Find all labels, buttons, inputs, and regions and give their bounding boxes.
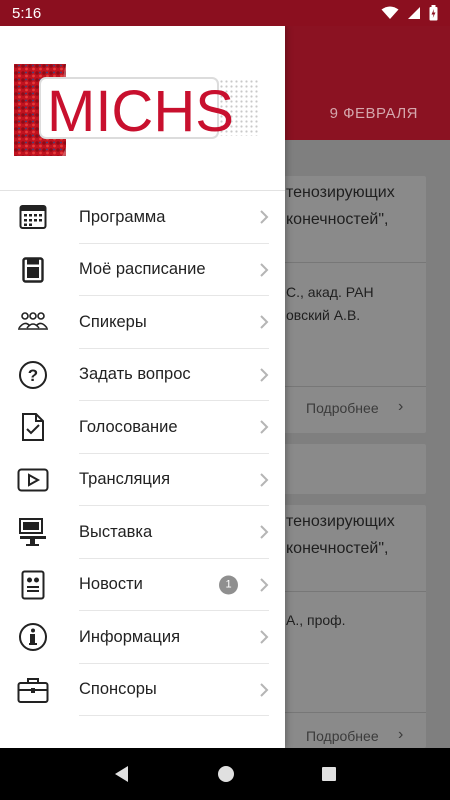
play-icon	[16, 463, 50, 497]
svg-text:?: ?	[28, 366, 38, 385]
menu-label: Задать вопрос	[79, 365, 191, 384]
chevron-right-icon	[260, 263, 269, 277]
chevron-right-icon: ›	[398, 398, 404, 415]
card-title-line: тенозирующих	[286, 184, 395, 201]
chevron-right-icon	[260, 315, 269, 329]
briefcase-icon	[16, 673, 50, 707]
chevron-right-icon	[260, 210, 269, 224]
chevron-right-icon	[260, 578, 269, 592]
menu-label: Программа	[79, 207, 166, 226]
chevron-right-icon	[260, 525, 269, 539]
menu-item-information[interactable]: Информация	[0, 611, 285, 664]
chevron-right-icon	[260, 683, 269, 697]
news-count-badge: 1	[219, 575, 238, 595]
menu-item-ask-question[interactable]: ? Задать вопрос	[0, 349, 285, 402]
session-card[interactable]	[270, 444, 426, 494]
menu-label: Новости	[79, 575, 143, 594]
card-speaker-line: С., акад. РАН	[286, 284, 374, 300]
menu-label: Моё расписание	[79, 260, 206, 279]
chevron-right-icon	[260, 368, 269, 382]
status-icons	[381, 5, 438, 21]
wifi-icon	[381, 6, 399, 19]
chevron-right-icon: ›	[398, 726, 404, 743]
menu-label: Выставка	[79, 522, 153, 541]
card-speaker-line: овский А.В.	[286, 307, 361, 323]
more-link[interactable]: Подробнее	[306, 728, 379, 744]
menu-label: Спикеры	[79, 312, 147, 331]
card-title-line: конечностей",	[286, 211, 389, 228]
card-title-line: конечностей",	[286, 540, 389, 557]
question-icon: ?	[16, 358, 50, 392]
battery-icon	[429, 5, 438, 21]
menu-item-sponsors[interactable]: Спонсоры	[0, 664, 285, 717]
card-divider	[270, 262, 426, 263]
card-speaker-line: А., проф.	[286, 612, 346, 628]
more-link[interactable]: Подробнее	[306, 400, 379, 416]
back-icon[interactable]	[113, 765, 131, 783]
menu-item-speakers[interactable]: Спикеры	[0, 296, 285, 349]
menu-item-program[interactable]: Программа	[0, 191, 285, 244]
chevron-right-icon	[260, 420, 269, 434]
date-tab[interactable]: 9 ФЕВРАЛЯ	[330, 105, 418, 122]
logo-text: MICHS	[47, 79, 234, 144]
status-bar: 5:16	[0, 0, 450, 26]
news-icon	[16, 568, 50, 602]
drawer-menu: Программа Моё расписание Спикеры ? Задат…	[0, 191, 285, 716]
system-navigation-bar	[0, 748, 450, 800]
card-divider	[270, 386, 426, 387]
chevron-right-icon	[260, 473, 269, 487]
vote-document-icon	[16, 410, 50, 444]
menu-item-broadcast[interactable]: Трансляция	[0, 454, 285, 507]
card-divider	[270, 591, 426, 592]
home-icon[interactable]	[217, 765, 235, 783]
card-title-line: тенозирующих	[286, 513, 395, 530]
info-icon	[16, 620, 50, 654]
kiosk-icon	[16, 515, 50, 549]
menu-item-news[interactable]: Новости 1	[0, 559, 285, 612]
chevron-right-icon	[260, 630, 269, 644]
recents-icon[interactable]	[321, 766, 337, 782]
people-icon	[16, 305, 50, 339]
menu-item-my-schedule[interactable]: Моё расписание	[0, 244, 285, 297]
menu-label: Трансляция	[79, 470, 171, 489]
signal-icon	[408, 7, 420, 19]
menu-item-voting[interactable]: Голосование	[0, 401, 285, 454]
card-divider	[270, 712, 426, 713]
menu-label: Голосование	[79, 417, 178, 436]
status-time: 5:16	[12, 4, 42, 22]
menu-item-exhibition[interactable]: Выставка	[0, 506, 285, 559]
bookmark-icon	[16, 253, 50, 287]
calendar-icon	[16, 200, 50, 234]
navigation-drawer: MICHS Программа Моё расписание Спикеры ?…	[0, 26, 285, 748]
menu-label: Информация	[79, 627, 181, 646]
menu-label: Спонсоры	[79, 680, 157, 699]
michs-logo: MICHS	[14, 64, 260, 156]
